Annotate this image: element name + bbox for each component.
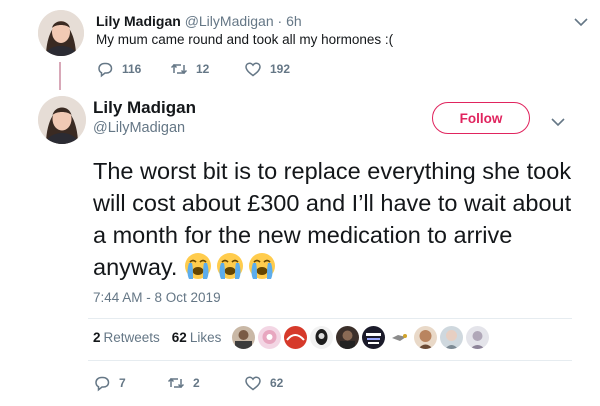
like-button[interactable]: 62 <box>244 374 283 392</box>
retweet-total: 2 <box>93 330 101 345</box>
parent-time-separator: · <box>277 13 283 29</box>
parent-reply-button[interactable]: 116 <box>96 60 141 78</box>
retweet-button[interactable]: 2 <box>167 374 200 392</box>
retweet-icon <box>170 63 188 75</box>
reply-icon <box>98 62 113 78</box>
reply-icon <box>95 376 110 392</box>
divider <box>88 318 572 319</box>
main-tweet-body: The worst bit is to replace everything s… <box>93 158 572 280</box>
parent-retweet-count: 12 <box>196 62 210 76</box>
parent-like-count: 192 <box>270 62 291 76</box>
retweet-count: 2 <box>193 376 200 390</box>
tweet-timestamp[interactable]: 7:44 AM - 8 Oct 2019 <box>93 290 221 305</box>
engagement-stats: 2 Retweets 62 Likes <box>93 330 221 345</box>
retweet-total-label: Retweets <box>103 330 160 345</box>
parent-tweet-time[interactable]: 6h <box>286 13 302 29</box>
parent-tweet-header: Lily Madigan @LilyMadigan · 6h <box>96 12 302 30</box>
main-tweet-text: The worst bit is to replace everything s… <box>93 155 573 283</box>
reply-count: 7 <box>119 376 126 390</box>
divider <box>88 360 572 361</box>
like-count: 62 <box>270 376 284 390</box>
liker-avatar[interactable] <box>310 326 333 349</box>
liker-avatar[interactable] <box>284 326 307 349</box>
main-author-name[interactable]: Lily Madigan <box>93 98 196 118</box>
caret-down-icon[interactable] <box>551 114 565 127</box>
like-icon <box>245 376 261 391</box>
loudly-crying-face-icon <box>217 253 244 279</box>
loudly-crying-face-icon <box>249 253 276 279</box>
parent-tweet-avatar[interactable] <box>38 10 84 56</box>
like-total: 62 <box>171 330 187 345</box>
follow-button[interactable]: Follow <box>432 102 530 134</box>
like-total-label: Likes <box>189 330 222 345</box>
parent-like-button[interactable]: 192 <box>244 60 290 78</box>
liker-avatar[interactable] <box>466 326 489 349</box>
parent-reply-count: 116 <box>122 62 142 76</box>
liker-avatar[interactable] <box>258 326 281 349</box>
parent-author-name[interactable]: Lily Madigan <box>96 13 181 29</box>
parent-author-handle[interactable]: @LilyMadigan <box>185 13 274 29</box>
reply-button[interactable]: 7 <box>93 374 126 392</box>
emoji-group <box>183 251 277 281</box>
retweets-stat[interactable]: 2 Retweets <box>93 330 160 345</box>
like-icon <box>245 62 261 77</box>
caret-down-icon[interactable] <box>574 14 588 27</box>
retweet-icon <box>167 377 185 389</box>
liker-avatar[interactable] <box>232 326 255 349</box>
parent-tweet-text: My mum came round and took all my hormon… <box>96 32 394 47</box>
liker-avatar[interactable] <box>362 326 385 349</box>
main-tweet-avatar[interactable] <box>38 96 86 144</box>
liker-avatar[interactable] <box>414 326 437 349</box>
thread-connector-line <box>59 62 61 90</box>
liker-avatar[interactable] <box>336 326 359 349</box>
liker-avatar-strip <box>232 326 489 349</box>
parent-retweet-button[interactable]: 12 <box>170 60 209 78</box>
likes-stat[interactable]: 62 Likes <box>172 330 222 345</box>
liker-avatar[interactable] <box>388 326 411 349</box>
main-author-handle[interactable]: @LilyMadigan <box>93 120 185 136</box>
liker-avatar[interactable] <box>440 326 463 349</box>
loudly-crying-face-icon <box>185 253 212 279</box>
